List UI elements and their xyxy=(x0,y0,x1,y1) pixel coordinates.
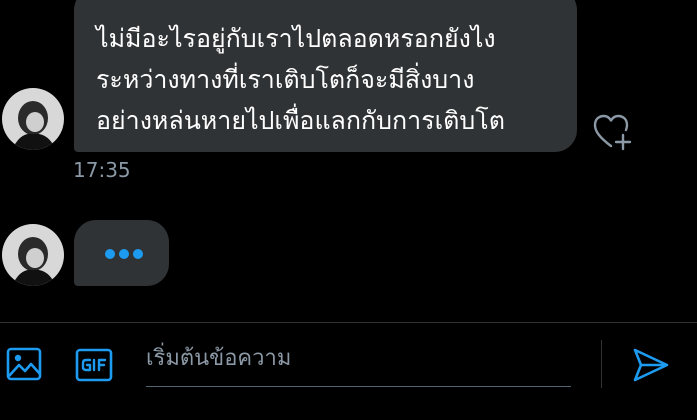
add-image-button[interactable] xyxy=(6,346,42,382)
avatar-photo xyxy=(2,224,64,286)
add-reaction-button[interactable] xyxy=(593,113,633,151)
send-icon xyxy=(633,348,669,382)
typing-indicator xyxy=(74,220,169,286)
avatar[interactable] xyxy=(2,88,64,150)
add-gif-button[interactable] xyxy=(75,346,113,382)
typing-dot xyxy=(133,249,143,259)
avatar[interactable] xyxy=(2,224,64,286)
message-input[interactable] xyxy=(146,337,571,379)
message-timestamp: 17:35 xyxy=(73,158,131,182)
message-bubble[interactable]: ไม่มีอะไรอยู่กับเราไปตลอดหรอกยังไง ระหว่… xyxy=(74,0,577,152)
typing-dot xyxy=(119,249,129,259)
avatar-photo xyxy=(2,88,64,150)
message-composer[interactable] xyxy=(146,337,571,387)
message-line: ระหว่างทางที่เราเติบโตก็จะมีสิ่งบาง xyxy=(96,65,475,94)
gif-icon xyxy=(75,348,113,382)
composer-divider xyxy=(0,322,697,323)
typing-dot xyxy=(105,249,115,259)
image-icon xyxy=(6,347,42,381)
composer-separator xyxy=(601,340,602,388)
message-line: อย่างหล่นหายไปเพื่อแลกกับการเติบโต xyxy=(96,106,505,135)
send-button[interactable] xyxy=(632,347,670,383)
heart-plus-icon xyxy=(593,114,632,151)
message-line: ไม่มีอะไรอยู่กับเราไปตลอดหรอกยังไง xyxy=(96,24,496,53)
